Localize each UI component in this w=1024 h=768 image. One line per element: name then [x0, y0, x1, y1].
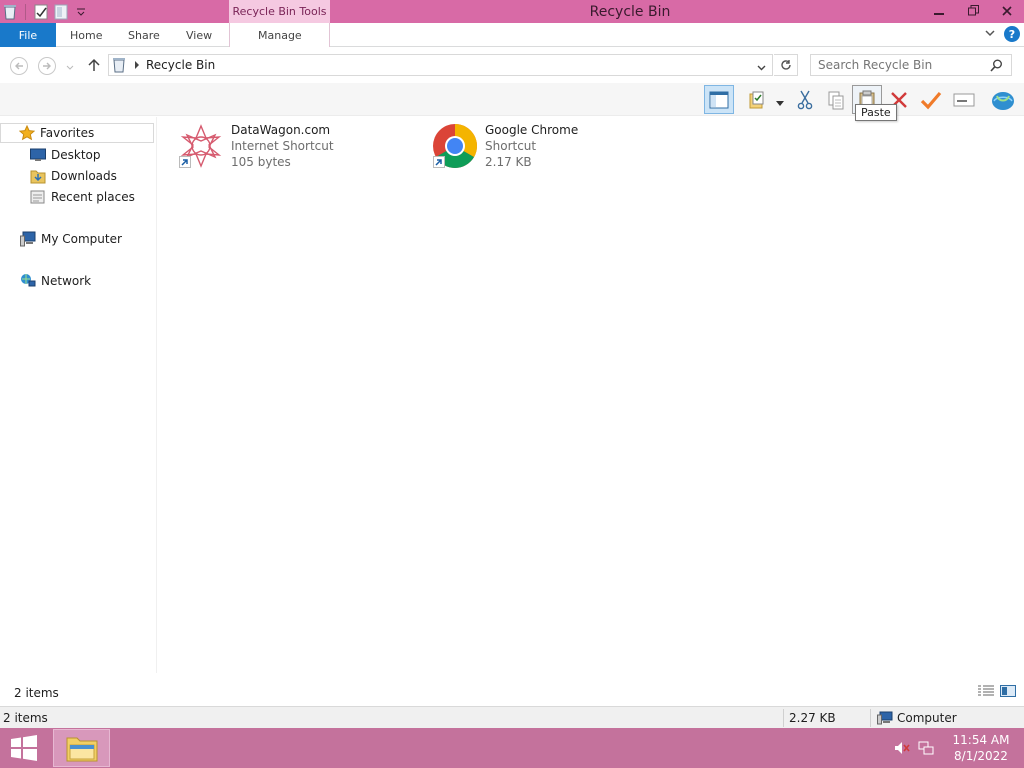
nav-item-my-computer[interactable]: My Computer — [0, 229, 122, 249]
nav-item-desktop[interactable]: Desktop — [0, 145, 101, 165]
window-controls — [922, 0, 1024, 23]
breadcrumb-chevron-icon[interactable] — [134, 61, 140, 69]
close-button[interactable] — [990, 0, 1024, 21]
start-button[interactable] — [0, 728, 48, 768]
nav-item-downloads[interactable]: Downloads — [0, 166, 117, 186]
taskbar-clock[interactable]: 11:54 AM 8/1/2022 — [948, 732, 1014, 764]
properties-button[interactable] — [742, 85, 772, 114]
file-item-google-chrome[interactable]: Google Chrome Shortcut 2.17 KB — [431, 122, 578, 174]
shortcut-arrow-icon — [179, 156, 191, 168]
window-title: Recycle Bin — [589, 4, 671, 20]
details-view-icon[interactable] — [978, 685, 994, 700]
status-divider — [783, 709, 784, 727]
computer-icon — [20, 231, 36, 247]
tab-manage[interactable]: Manage — [258, 23, 302, 47]
file-size: 2.17 KB — [485, 155, 532, 169]
properties-icon[interactable] — [33, 4, 49, 20]
qat-divider — [25, 3, 26, 20]
copy-button[interactable] — [821, 85, 851, 114]
items-count-label: 2 items — [14, 686, 59, 700]
address-dropdown-icon[interactable] — [757, 61, 766, 75]
desktop-icon — [30, 147, 46, 163]
preview-pane-button[interactable] — [704, 85, 734, 114]
properties-dropdown-icon[interactable] — [776, 96, 784, 110]
recent-locations-icon[interactable] — [66, 61, 74, 75]
expand-ribbon-icon[interactable] — [984, 27, 996, 42]
view-switch — [978, 685, 1016, 700]
tab-share[interactable]: Share — [128, 23, 160, 47]
downloads-folder-icon — [30, 168, 46, 184]
title-bar: Recycle Bin Tools Recycle Bin — [0, 0, 1024, 23]
nav-item-recent-places[interactable]: Recent places — [0, 187, 135, 207]
volume-muted-icon[interactable] — [894, 741, 910, 755]
clock-time: 11:54 AM — [952, 733, 1010, 747]
search-icon[interactable] — [990, 59, 1003, 75]
large-icons-view-icon[interactable] — [1000, 685, 1016, 700]
nav-label: Desktop — [51, 148, 101, 162]
file-item-datawagon[interactable]: DataWagon.com Internet Shortcut 105 byte… — [177, 122, 334, 174]
ribbon-tabs: File Home Share View Manage ? — [0, 23, 1024, 47]
address-row: Recycle Bin — [0, 48, 1024, 82]
select-all-button[interactable] — [916, 85, 946, 114]
recent-places-icon — [30, 189, 46, 205]
taskbar: 11:54 AM 8/1/2022 — [0, 728, 1024, 768]
network-icon — [20, 273, 36, 289]
back-button[interactable] — [10, 57, 28, 75]
file-type: Shortcut — [485, 139, 537, 153]
nav-label: Favorites — [40, 126, 95, 140]
address-bar[interactable]: Recycle Bin — [108, 54, 773, 76]
file-explorer-taskbar-button[interactable] — [53, 729, 110, 767]
file-name: Google Chrome — [485, 123, 579, 137]
ribbon-right-controls: ? — [984, 26, 1020, 42]
nav-label: My Computer — [41, 232, 122, 246]
star-icon — [19, 125, 35, 141]
datawagon-icon — [177, 122, 225, 170]
new-folder-icon[interactable] — [53, 4, 69, 20]
shortcut-arrow-icon — [433, 156, 445, 168]
qat-dropdown-icon[interactable] — [73, 4, 89, 20]
system-tray: 11:54 AM 8/1/2022 — [894, 728, 1024, 768]
context-tab-group-label: Recycle Bin Tools — [229, 0, 330, 23]
search-input[interactable] — [818, 58, 992, 72]
nav-item-network[interactable]: Network — [0, 271, 91, 291]
nav-label: Downloads — [51, 169, 117, 183]
file-list: DataWagon.com Internet Shortcut 105 byte… — [158, 117, 1024, 673]
clock-date: 8/1/2022 — [954, 749, 1008, 763]
nav-item-favorites[interactable]: Favorites — [0, 123, 154, 143]
status-bar: 2 items 2.27 KB Computer — [0, 706, 1024, 728]
chrome-icon — [431, 122, 479, 170]
refresh-button[interactable] — [774, 54, 798, 76]
tab-home[interactable]: Home — [70, 23, 102, 47]
breadcrumb[interactable]: Recycle Bin — [146, 58, 215, 72]
status-location: Computer — [877, 707, 957, 729]
tab-view[interactable]: View — [186, 23, 212, 47]
cut-button[interactable] — [790, 85, 820, 114]
status-divider — [870, 709, 871, 727]
recycle-bin-icon[interactable] — [2, 4, 18, 20]
rename-button[interactable] — [949, 85, 979, 114]
recycle-bin-icon — [112, 57, 126, 73]
tab-file[interactable]: File — [0, 23, 56, 47]
status-location-label: Computer — [897, 711, 957, 725]
file-size: 105 bytes — [231, 155, 291, 169]
minimize-button[interactable] — [922, 0, 956, 21]
nav-label: Recent places — [51, 190, 135, 204]
search-box — [810, 54, 1012, 76]
network-tray-icon[interactable] — [918, 741, 934, 755]
quick-access-toolbar — [0, 0, 89, 23]
up-arrow-icon[interactable] — [88, 58, 100, 75]
web-globe-button[interactable] — [988, 85, 1018, 114]
restore-button[interactable] — [956, 0, 990, 21]
forward-button[interactable] — [38, 57, 56, 75]
file-type: Internet Shortcut — [231, 139, 334, 153]
status-item-count: 2 items — [3, 711, 48, 725]
navigation-pane: Favorites Desktop Downloads Recent place… — [0, 117, 157, 673]
file-name: DataWagon.com — [231, 123, 331, 137]
computer-icon — [877, 711, 893, 725]
help-icon[interactable]: ? — [1004, 26, 1020, 42]
status-total-size: 2.27 KB — [789, 711, 836, 725]
nav-label: Network — [41, 274, 92, 288]
